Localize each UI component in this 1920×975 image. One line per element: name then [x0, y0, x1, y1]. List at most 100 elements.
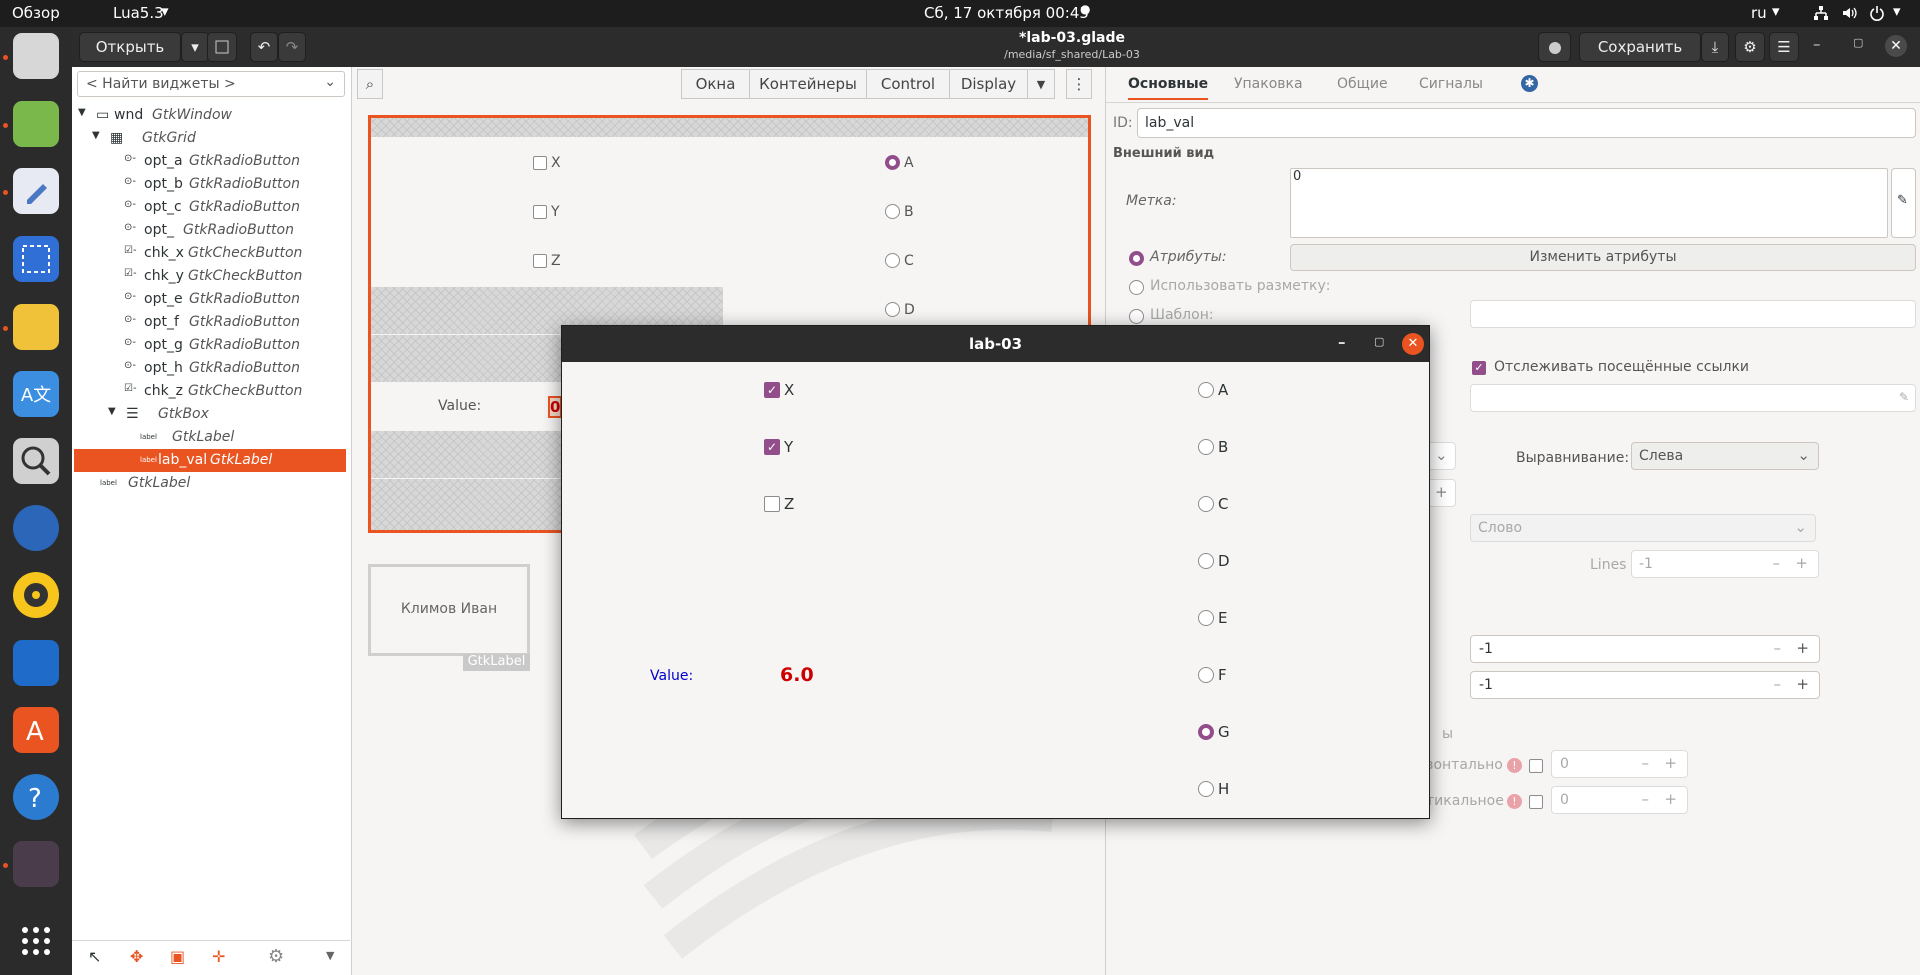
widget-search[interactable]: < Найти виджеты > ⌄ [77, 71, 345, 97]
chevron-down-icon[interactable]: ⌄ [324, 74, 336, 90]
open-menu-arrow-icon[interactable]: ▾ [181, 32, 209, 62]
app-menu-arrow-icon[interactable]: ▾ [161, 2, 169, 20]
app-menu[interactable]: Lua5.3 [113, 4, 164, 22]
link-field[interactable]: ✎ [1470, 384, 1916, 412]
toolbar-arrow-icon[interactable]: ▼ [326, 949, 334, 962]
activities-button[interactable]: Обзор [12, 4, 60, 22]
dropdown-arrow-icon[interactable]: ⌄ [1426, 442, 1456, 470]
undo-icon[interactable]: ↶ [250, 32, 278, 62]
radio-e[interactable] [1198, 610, 1214, 626]
template-radio[interactable] [1129, 309, 1144, 324]
check-z[interactable] [764, 496, 780, 512]
tab-containers[interactable]: Контейнеры [749, 69, 867, 99]
tab-common[interactable]: Общие [1337, 76, 1388, 92]
screenshot-icon[interactable] [13, 236, 59, 282]
tree-row[interactable]: ☑- chk_z GtkCheckButton [74, 380, 346, 403]
radio-d[interactable] [1198, 553, 1214, 569]
maximize-icon[interactable]: ▢ [1853, 36, 1863, 49]
accessibility-icon[interactable]: ✱ [1521, 75, 1538, 92]
tree-row[interactable]: ☑- chk_x GtkCheckButton [74, 242, 346, 265]
tree-row[interactable]: ☑- chk_y GtkCheckButton [74, 265, 346, 288]
label-text-field[interactable]: 0 [1290, 168, 1888, 238]
tree-row[interactable]: ⊙- opt_g GtkRadioButton [74, 334, 346, 357]
tab-display[interactable]: Display [949, 69, 1028, 99]
margins-icon[interactable]: ▣ [170, 947, 185, 966]
tab-windows[interactable]: Окна [681, 69, 750, 99]
software-icon[interactable]: A [13, 707, 59, 753]
alignment-select[interactable]: Слева ⌄ [1631, 442, 1819, 470]
check-x[interactable]: ✓ [764, 382, 780, 398]
files-icon[interactable] [13, 33, 59, 79]
author-label-preview[interactable]: Климов Иван [368, 564, 530, 656]
tree-row[interactable]: ⊙- opt_c GtkRadioButton [74, 196, 346, 219]
radio-a[interactable] [1198, 382, 1214, 398]
tree-row[interactable]: label GtkLabel [74, 426, 346, 449]
active-window-icon[interactable] [13, 841, 59, 887]
drag-resize-icon[interactable]: ✥ [130, 947, 143, 966]
maximize-icon[interactable]: ▢ [1374, 335, 1384, 348]
palette-menu-icon[interactable]: ⋮ [1066, 69, 1092, 99]
vertical-checkbox[interactable] [1529, 795, 1543, 809]
radio-b-preview[interactable] [885, 204, 900, 219]
new-project-icon[interactable] [207, 32, 237, 62]
redo-icon[interactable]: ↷ [278, 32, 306, 62]
tab-general[interactable]: Основные [1128, 76, 1209, 100]
hamburger-menu-icon[interactable]: ☰ [1769, 32, 1799, 62]
use-markup-radio[interactable] [1129, 280, 1144, 295]
track-links-checkbox[interactable]: ✓ [1472, 361, 1486, 375]
pointer-icon[interactable]: ↖ [88, 947, 101, 966]
tab-packing[interactable]: Упаковка [1234, 76, 1303, 92]
align-icon[interactable]: ✛ [212, 947, 225, 966]
attributes-radio[interactable] [1129, 251, 1144, 266]
wrap-mode-select[interactable]: Слово ⌄ [1470, 514, 1816, 542]
save-as-icon[interactable]: ⤓ [1701, 32, 1729, 62]
tree-row[interactable]: ▼ ▦ GtkGrid [74, 127, 346, 150]
tree-row[interactable]: ▼ ☰ GtkBox [74, 403, 346, 426]
help-icon[interactable]: ? [13, 774, 59, 820]
radio-a-preview[interactable] [885, 155, 900, 170]
vertical-spin[interactable]: 0– + [1551, 786, 1688, 814]
edit-label-icon[interactable]: ✎ [1891, 168, 1916, 238]
plus-icon[interactable]: + [1426, 479, 1456, 507]
id-field[interactable]: lab_val [1137, 108, 1916, 138]
lines-spin[interactable]: -1– + [1631, 550, 1819, 578]
settings-gear-icon[interactable]: ⚙ [1735, 32, 1765, 62]
network-icon[interactable] [1812, 4, 1830, 22]
system-menu-arrow-icon[interactable]: ▾ [1893, 2, 1901, 20]
run-icon[interactable] [1538, 32, 1571, 62]
tree-row[interactable]: ⊙- opt_ GtkRadioButton [74, 219, 346, 242]
radio-c[interactable] [1198, 496, 1214, 512]
gears-icon[interactable]: ⚙ [268, 946, 284, 967]
radio-d-preview[interactable] [885, 302, 900, 317]
tree-row[interactable]: ⊙- opt_e GtkRadioButton [74, 288, 346, 311]
text-editor-icon[interactable] [13, 168, 59, 214]
tree-row[interactable]: ⊙- opt_f GtkRadioButton [74, 311, 346, 334]
check-x-preview[interactable] [533, 156, 547, 170]
volume-icon[interactable] [1840, 4, 1858, 22]
translator-icon[interactable]: A文 [13, 371, 59, 417]
width-chars-spin[interactable]: -1– + [1470, 635, 1820, 663]
tree-row[interactable]: ⊙- opt_a GtkRadioButton [74, 150, 346, 173]
close-icon[interactable]: ✕ [1402, 333, 1424, 355]
tree-row-selected[interactable]: label lab_val GtkLabel [74, 449, 346, 472]
horizontal-checkbox[interactable] [1529, 759, 1543, 773]
palette-more-arrow-icon[interactable]: ▼ [1027, 69, 1055, 99]
magnifier-icon[interactable] [13, 438, 59, 484]
minimize-icon[interactable]: – [1338, 333, 1346, 351]
check-y[interactable]: ✓ [764, 439, 780, 455]
glade-icon[interactable] [13, 101, 59, 147]
lab03-titlebar[interactable]: lab-03 – ▢ ✕ [562, 326, 1429, 362]
open-button[interactable]: Открыть [79, 32, 181, 62]
minimize-icon[interactable]: – [1813, 35, 1821, 53]
radio-f[interactable] [1198, 667, 1214, 683]
rhythmbox-icon[interactable] [13, 572, 59, 618]
change-attributes-button[interactable]: Изменить атрибуты [1290, 244, 1916, 271]
clock[interactable]: Сб, 17 октября 00:45 [924, 4, 1089, 22]
language-arrow-icon[interactable]: ▾ [1772, 2, 1780, 20]
tree-row[interactable]: label GtkLabel [74, 472, 346, 495]
close-icon[interactable]: ✕ [1885, 35, 1907, 57]
writer-icon[interactable] [13, 640, 59, 686]
language-indicator[interactable]: ru [1751, 4, 1767, 22]
tree-row[interactable]: ⊙- opt_h GtkRadioButton [74, 357, 346, 380]
tree-row[interactable]: ⊙- opt_b GtkRadioButton [74, 173, 346, 196]
